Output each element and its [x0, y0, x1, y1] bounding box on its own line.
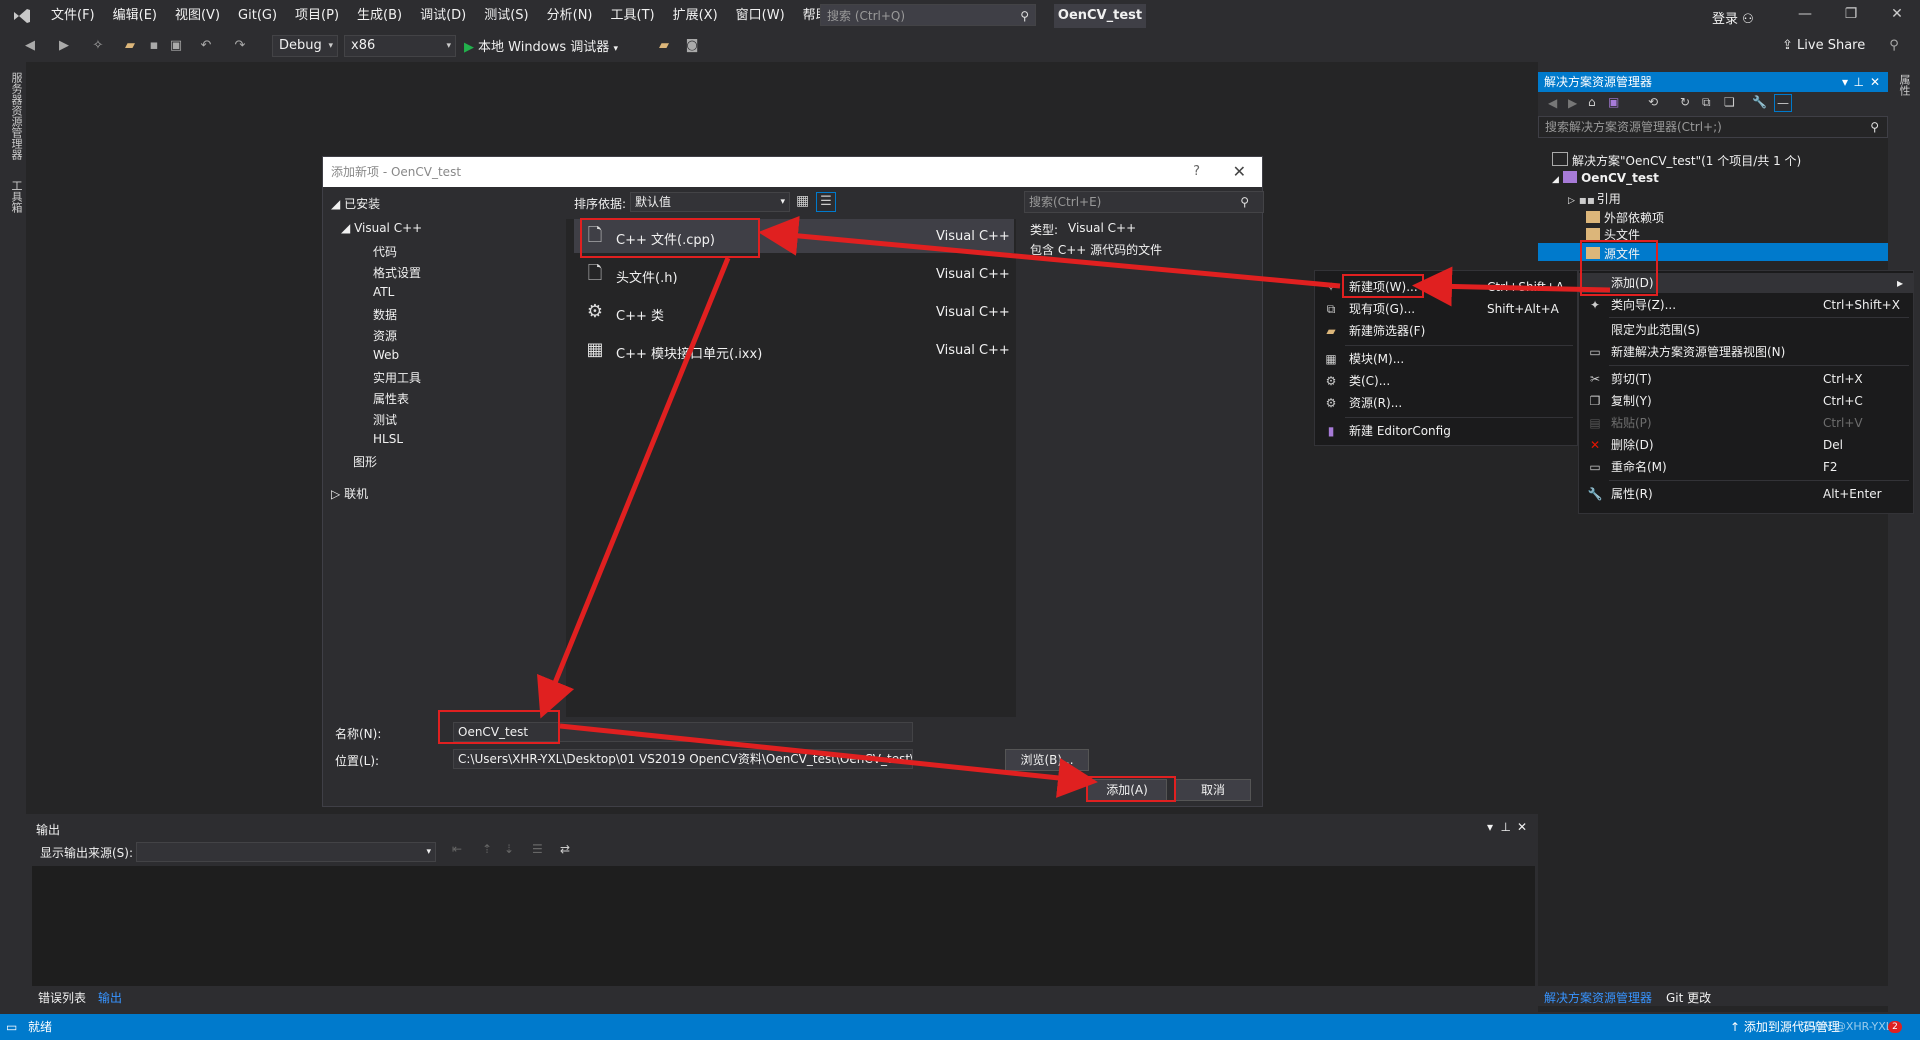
- arrow-to-name-field: [537, 257, 731, 719]
- arrow-to-new-item: [1412, 266, 1611, 307]
- arrow-to-cpp-template: [758, 215, 1341, 289]
- arrow-to-add-button: [559, 723, 1098, 798]
- annotation-arrows: [537, 215, 1611, 798]
